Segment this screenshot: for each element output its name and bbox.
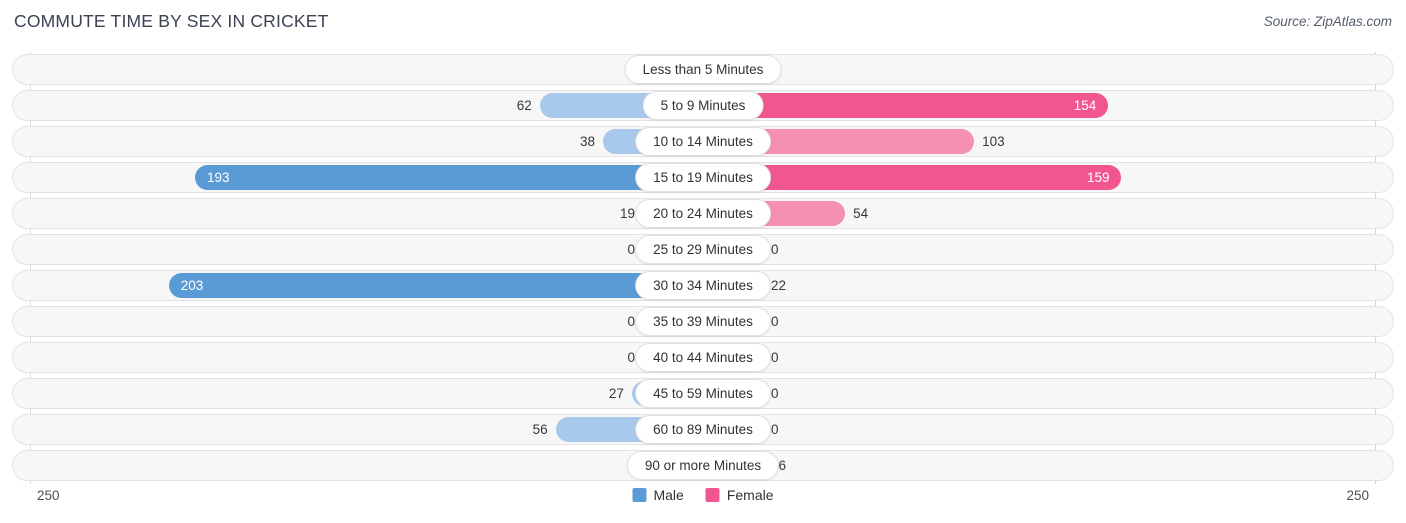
chart-root: COMMUTE TIME BY SEX IN CRICKET Source: Z… [0, 0, 1406, 523]
bar-row: 01690 or more Minutes [0, 448, 1406, 484]
axis-label-right: 250 [1346, 488, 1369, 503]
value-label-male: 27 [608, 386, 624, 401]
value-label-male: 19 [619, 206, 635, 221]
value-label-female: 54 [853, 206, 869, 221]
category-label: 90 or more Minutes [626, 451, 780, 480]
bar-rows: 90Less than 5 Minutes 62 154 5 to 9 Minutes… [0, 52, 1406, 484]
value-label-male: 203 [180, 278, 204, 293]
row-bars: 193 159 15 to 19 Minutes [0, 160, 1406, 196]
axis-label-left: 250 [37, 488, 60, 503]
bar-row: 193 159 15 to 19 Minutes [0, 160, 1406, 196]
value-label-female: 159 [1086, 170, 1110, 185]
category-label: 45 to 59 Minutes [635, 379, 771, 408]
bar-row: 203 22 30 to 34 Minutes [0, 268, 1406, 304]
category-label: 35 to 39 Minutes [635, 307, 771, 336]
bar-row: 38 103 10 to 14 Minutes [0, 124, 1406, 160]
category-label: 20 to 24 Minutes [635, 199, 771, 228]
row-bars: 0 0 35 to 39 Minutes [0, 304, 1406, 340]
row-bars: 19 54 20 to 24 Minutes [0, 196, 1406, 232]
row-bars: 90Less than 5 Minutes [0, 52, 1406, 88]
bar-row: 62 154 5 to 9 Minutes [0, 88, 1406, 124]
value-label-female: 0 [771, 242, 779, 257]
legend-item-male[interactable]: Male [632, 487, 684, 503]
value-label-female: 22 [771, 278, 787, 293]
legend: Male Female [632, 487, 774, 503]
value-label-male: 0 [627, 314, 635, 329]
legend-label-female: Female [726, 487, 774, 503]
category-label: 10 to 14 Minutes [635, 127, 771, 156]
category-label: Less than 5 Minutes [624, 55, 782, 84]
page-title: COMMUTE TIME BY SEX IN CRICKET [14, 11, 329, 31]
bar-male[interactable] [195, 165, 703, 190]
bar-row: 56 0 60 to 89 Minutes [0, 412, 1406, 448]
value-label-male: 38 [579, 134, 595, 149]
category-label: 30 to 34 Minutes [635, 271, 771, 300]
row-bars: 01690 or more Minutes [0, 448, 1406, 484]
category-label: 5 to 9 Minutes [642, 91, 764, 120]
value-label-female: 0 [771, 314, 779, 329]
bar-row: 19 54 20 to 24 Minutes [0, 196, 1406, 232]
category-label: 25 to 29 Minutes [635, 235, 771, 264]
row-bars: 203 22 30 to 34 Minutes [0, 268, 1406, 304]
row-bars: 27 0 45 to 59 Minutes [0, 376, 1406, 412]
bar-row: 0 0 35 to 39 Minutes [0, 304, 1406, 340]
value-label-female: 0 [771, 386, 779, 401]
row-bars: 38 103 10 to 14 Minutes [0, 124, 1406, 160]
row-bars: 0 0 40 to 44 Minutes [0, 340, 1406, 376]
legend-swatch-male-icon [632, 488, 647, 502]
bar-row: 27 0 45 to 59 Minutes [0, 376, 1406, 412]
value-label-male: 193 [207, 170, 230, 185]
value-label-female: 0 [771, 350, 779, 365]
value-label-male: 62 [516, 98, 532, 113]
source-attribution: Source: ZipAtlas.com [1263, 14, 1392, 29]
bar-row: 0 0 25 to 29 Minutes [0, 232, 1406, 268]
value-label-male: 0 [627, 350, 635, 365]
bar-row: 90Less than 5 Minutes [0, 52, 1406, 88]
row-bars: 56 0 60 to 89 Minutes [0, 412, 1406, 448]
value-label-male: 56 [532, 422, 548, 437]
bar-female[interactable] [703, 93, 1109, 118]
value-label-female: 103 [982, 134, 1005, 149]
value-label-female: 154 [1073, 98, 1097, 113]
value-label-female: 0 [771, 422, 779, 437]
value-label-male: 0 [627, 242, 635, 257]
legend-label-male: Male [653, 487, 684, 503]
legend-swatch-female-icon [705, 488, 720, 502]
row-bars: 0 0 25 to 29 Minutes [0, 232, 1406, 268]
bar-row: 0 0 40 to 44 Minutes [0, 340, 1406, 376]
legend-item-female[interactable]: Female [705, 487, 774, 503]
category-label: 40 to 44 Minutes [635, 343, 771, 372]
bar-male[interactable] [168, 273, 703, 298]
category-label: 15 to 19 Minutes [635, 163, 771, 192]
category-label: 60 to 89 Minutes [635, 415, 771, 444]
row-bars: 62 154 5 to 9 Minutes [0, 88, 1406, 124]
plot-area: 90Less than 5 Minutes 62 154 5 to 9 Minutes… [0, 52, 1406, 484]
chart-footer: 250 250 Male Female [0, 484, 1406, 523]
